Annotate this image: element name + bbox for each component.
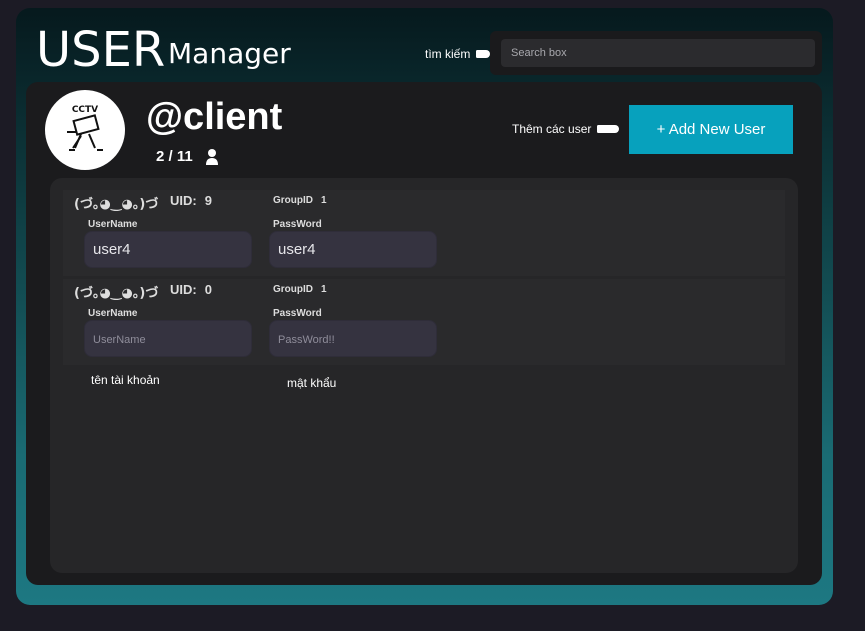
password-field[interactable] xyxy=(269,320,437,357)
username-field[interactable] xyxy=(84,231,252,268)
avatar-text: CCTV xyxy=(72,105,98,115)
uid-label: UID: xyxy=(170,282,197,297)
uid-value: 0 xyxy=(204,282,212,297)
cctv-logo-icon: CCTV xyxy=(67,105,103,151)
username-label: UserName xyxy=(88,308,138,319)
password-field[interactable] xyxy=(269,231,437,268)
page-title: USER xyxy=(36,22,166,78)
search-note: tìm kiếm xyxy=(425,47,471,61)
group-value: 1 xyxy=(321,284,327,295)
uid-label: UID: xyxy=(170,193,197,208)
user-count: 2 / 11 xyxy=(156,148,193,165)
add-user-button[interactable]: + Add New User xyxy=(629,105,793,154)
group-info: GroupID 1 xyxy=(273,284,327,295)
group-label: GroupID xyxy=(273,284,313,295)
pointer-icon xyxy=(597,125,619,133)
account-note: tên tài khoản xyxy=(91,373,160,387)
password-label: PassWord xyxy=(273,308,322,319)
user-row: (づ｡◕‿◕｡)づ UID: 9 GroupID 1 UserName PassWo… xyxy=(63,190,785,276)
group-label: GroupID xyxy=(273,195,313,206)
search-input[interactable] xyxy=(501,39,815,67)
add-note: Thêm các user xyxy=(512,122,592,136)
password-label: PassWord xyxy=(273,219,322,230)
face-emoticon: (づ｡◕‿◕｡)づ xyxy=(74,197,159,212)
person-icon xyxy=(206,149,218,165)
uid-info: UID: 0 xyxy=(170,282,212,297)
username-field[interactable] xyxy=(84,320,252,357)
group-info: GroupID 1 xyxy=(273,195,327,206)
uid-info: UID: 9 xyxy=(170,193,212,208)
password-note: mật khẩu xyxy=(287,376,337,390)
user-row: (づ｡◕‿◕｡)づ UID: 0 GroupID 1 UserName PassWo… xyxy=(63,279,785,365)
page-subtitle: Manager xyxy=(168,37,291,70)
username-label: UserName xyxy=(88,219,138,230)
client-name: @client xyxy=(146,96,283,138)
face-emoticon: (づ｡◕‿◕｡)づ xyxy=(74,286,159,301)
pointer-icon xyxy=(476,50,490,58)
group-value: 1 xyxy=(321,195,327,206)
uid-value: 9 xyxy=(204,193,212,208)
avatar[interactable]: CCTV xyxy=(45,90,125,170)
